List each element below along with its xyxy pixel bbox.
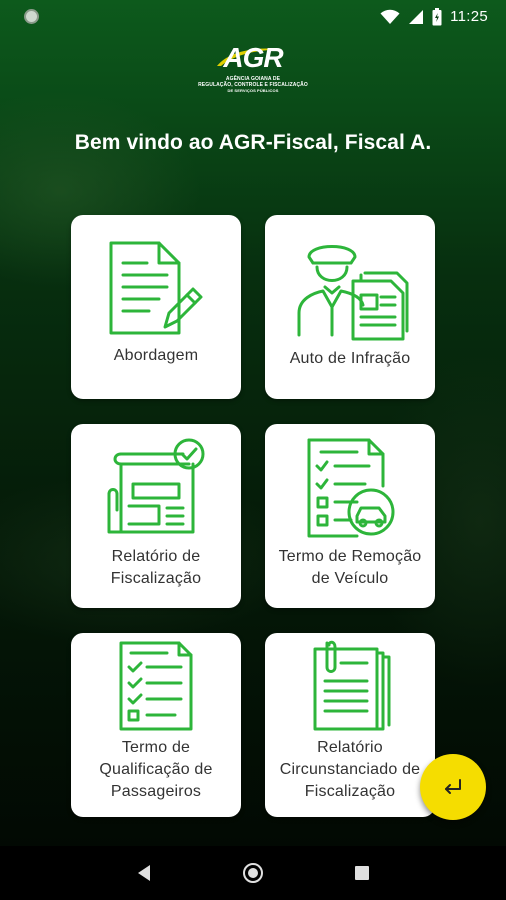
card-label: Auto de Infração [289,350,411,367]
report-check-icon [107,438,205,534]
back-icon [138,865,151,881]
clipboard-stack-icon [313,640,391,731]
officer-document-icon [297,245,409,341]
document-pencil-icon [109,241,203,335]
wifi-icon [380,9,400,24]
card-label: Termo de Remoção [278,548,422,565]
recents-icon [354,866,369,880]
battery-icon [432,7,442,25]
nav-home-button[interactable] [238,858,268,888]
card-label: Passageiros [110,783,202,800]
card-relatorio-de-fiscalizacao[interactable]: Relatório de Fiscalização [71,424,241,608]
checklist-icon [119,641,193,731]
home-icon [242,863,263,883]
logo-subtitle: Agência Goiana de Regulação, Controle e … [198,76,308,94]
nav-recents-button[interactable] [347,858,377,888]
card-termo-de-qualificacao-de-passageiros[interactable]: Termo de Qualificação de Passageiros [71,633,241,817]
card-label: Fiscalização [304,783,396,800]
card-auto-de-infracao[interactable]: Auto de Infração [265,215,435,399]
agr-logo: AGR Agência Goiana de Regulação, Control… [185,44,321,104]
card-label: Circunstanciado de [279,761,421,778]
status-bar: 11:25 [0,0,506,33]
card-relatorio-circunstanciado-de-fiscalizacao[interactable]: Relatório Circunstanciado de Fiscalizaçã… [265,633,435,817]
checklist-car-icon [307,438,395,538]
clock: 11:25 [450,8,488,25]
logo-subtitle-line: de Serviços Públicos [227,88,279,93]
card-label: Fiscalização [110,570,202,587]
welcome-title: Bem vindo ao AGR-Fiscal, Fiscal A. [74,131,432,154]
enter-fab-button[interactable] [420,754,486,820]
card-label: Qualificação de [99,761,213,778]
card-abordagem[interactable]: Abordagem [71,215,241,399]
cell-signal-icon [409,9,424,24]
logo-text: AGR [223,42,283,73]
nav-back-button[interactable] [129,858,159,888]
notification-dot-icon [24,9,39,24]
card-label: Relatório de [111,548,201,565]
card-label: de Veículo [311,570,389,587]
card-label: Termo de [121,739,191,756]
card-label: Relatório [317,739,383,756]
navigation-bar [0,846,506,900]
card-label: Abordagem [113,347,199,364]
card-termo-de-remocao-de-veiculo[interactable]: Termo de Remoção de Veículo [265,424,435,608]
enter-return-icon [445,779,461,794]
